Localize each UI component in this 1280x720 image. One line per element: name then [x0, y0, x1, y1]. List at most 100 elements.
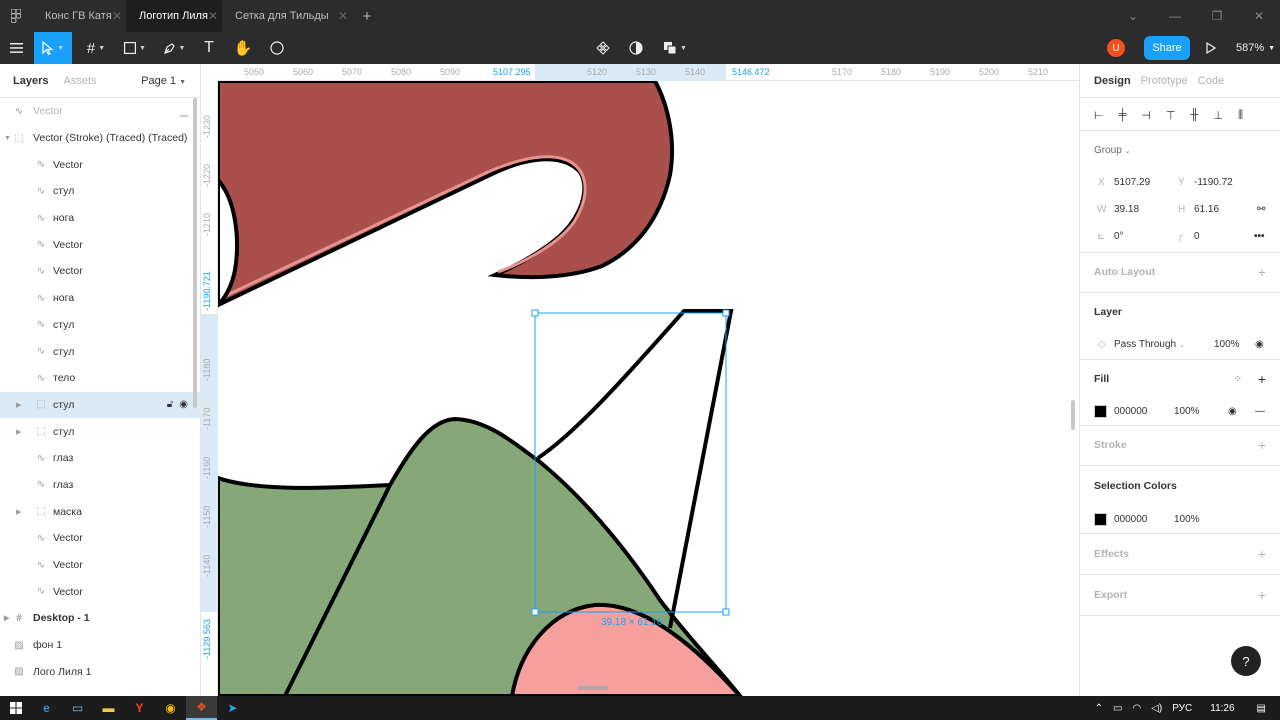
pen-tool-button[interactable]: ▼	[158, 32, 190, 64]
distribute-icon[interactable]: ⫼	[1238, 109, 1243, 122]
add-fill-icon[interactable]: +	[1258, 371, 1266, 387]
remove-fill-icon[interactable]: —	[1255, 406, 1265, 417]
help-button[interactable]: ?	[1231, 646, 1261, 676]
hand-tool-button[interactable]: ✋	[230, 32, 256, 64]
new-tab-icon[interactable]: +	[352, 0, 382, 32]
expand-arrow-icon[interactable]: ▶	[16, 401, 21, 409]
clock[interactable]: 11:26	[1210, 703, 1234, 714]
height-field[interactable]: 61.16	[1194, 204, 1219, 215]
language-indicator[interactable]: РУС	[1172, 703, 1192, 714]
layer-row[interactable]: ∿ Vector	[0, 231, 200, 258]
layer-opacity-field[interactable]: 100%	[1214, 339, 1240, 350]
layer-row[interactable]: ▼ ⬚ Vector (Stroke) (Traced) (Traced)	[0, 125, 200, 152]
edge-icon[interactable]: e	[31, 696, 62, 720]
blend-mode-dropdown[interactable]: Pass Through ⌄	[1114, 339, 1185, 350]
selection-opacity[interactable]: 100%	[1174, 514, 1200, 525]
fill-color-swatch[interactable]	[1094, 405, 1107, 418]
align-center-h-icon[interactable]: ╪	[1119, 109, 1127, 121]
component-button[interactable]	[592, 32, 614, 64]
hidden-eye-icon[interactable]: ‿	[180, 106, 188, 117]
y-field[interactable]: -1190.72	[1194, 177, 1233, 188]
tab-grid[interactable]: Сетка для Тильды ✕	[222, 0, 352, 32]
battery-icon[interactable]: ▭	[1113, 703, 1122, 714]
rotation-field[interactable]: 0°	[1114, 231, 1124, 242]
figma-menu-icon[interactable]	[0, 0, 32, 32]
layer-row[interactable]: ∿ Vector	[0, 552, 200, 579]
selection-hex[interactable]: 000000	[1114, 514, 1147, 525]
tab-assets[interactable]: Assets	[63, 75, 96, 87]
mask-button[interactable]	[625, 32, 647, 64]
layers-scrollbar[interactable]	[193, 98, 197, 408]
layer-row[interactable]: ∿ Vector	[0, 151, 200, 178]
telegram-icon[interactable]: ➤	[217, 696, 248, 720]
tab-logo[interactable]: Логотип Лиля ✕	[126, 0, 222, 32]
layer-row[interactable]: ∿ Vector	[0, 525, 200, 552]
shape-tool-button[interactable]: ▼	[119, 32, 151, 64]
corner-radius-field[interactable]: 0	[1194, 231, 1200, 242]
align-center-v-icon[interactable]: ╫	[1191, 109, 1199, 121]
align-top-icon[interactable]: ⊤	[1166, 109, 1176, 122]
page-dropdown[interactable]: Page 1 ▼	[141, 75, 186, 87]
tab-kons[interactable]: Конс ГВ Катя ✕	[32, 0, 126, 32]
layer-row[interactable]: ∿ Vector	[0, 578, 200, 605]
layer-row[interactable]: ▨ Лого Лиля 1	[0, 658, 200, 685]
canvas[interactable]: 5050 5060 5070 5080 5090 5107.295 5120 5…	[201, 64, 1079, 696]
layer-row[interactable]: ∿ Vector	[0, 258, 200, 285]
frame-tool-button[interactable]: # ▼	[80, 32, 112, 64]
align-left-icon[interactable]: ⊢	[1094, 109, 1104, 122]
close-icon[interactable]: ✕	[208, 9, 218, 23]
fill-hex-field[interactable]: 000000	[1114, 406, 1147, 417]
yandex-icon[interactable]: Y	[124, 696, 155, 720]
eye-icon[interactable]: ◉	[1228, 406, 1237, 417]
wifi-icon[interactable]: ◠	[1132, 703, 1141, 714]
close-icon[interactable]: ✕	[338, 9, 348, 23]
constrain-proportions-icon[interactable]: ⚯	[1257, 204, 1265, 215]
add-effect-icon[interactable]: +	[1258, 546, 1266, 562]
layer-row[interactable]: ∿ глаз	[0, 472, 200, 499]
volume-icon[interactable]: ◁)	[1151, 703, 1162, 714]
tab-prototype[interactable]: Prototype	[1141, 75, 1188, 87]
figma-taskbar-icon[interactable]: ❖	[186, 696, 217, 720]
layer-row[interactable]: ▶ # Desktop - 1	[0, 605, 200, 632]
tray-chevron-icon[interactable]: ⌃	[1095, 703, 1103, 714]
layer-row[interactable]: ∿ глаз	[0, 445, 200, 472]
layer-row[interactable]: ▶ ⬚ маска	[0, 498, 200, 525]
layer-row[interactable]: ∿ стул	[0, 178, 200, 205]
minimize-icon[interactable]: —	[1154, 0, 1196, 32]
style-grid-icon[interactable]: ⁘	[1234, 374, 1242, 385]
unlock-icon[interactable]: 🔓︎	[167, 399, 173, 410]
main-menu-icon[interactable]	[0, 32, 32, 64]
chrome-icon[interactable]: ◉	[155, 696, 186, 720]
layer-row[interactable]: ∿ нога	[0, 285, 200, 312]
present-button[interactable]	[1200, 32, 1222, 64]
add-export-icon[interactable]: +	[1258, 587, 1266, 603]
tab-code[interactable]: Code	[1198, 75, 1224, 87]
folder-icon[interactable]: ▬	[93, 696, 124, 720]
align-bottom-icon[interactable]: ⊥	[1213, 109, 1223, 122]
share-button[interactable]: Share	[1144, 36, 1190, 60]
selection-color-swatch[interactable]	[1094, 513, 1107, 526]
align-right-icon[interactable]: ⊣	[1141, 109, 1151, 122]
close-window-icon[interactable]: ✕	[1238, 0, 1280, 32]
layer-row[interactable]: ∿ тело	[0, 365, 200, 392]
canvas-vertical-scrollbar[interactable]	[1071, 400, 1075, 430]
chevron-down-icon[interactable]: ⌄	[1112, 0, 1154, 32]
canvas-horizontal-scrollbar[interactable]	[578, 686, 608, 690]
more-options-icon[interactable]: •••	[1254, 231, 1265, 242]
layer-row[interactable]: ∿ Vector ‿	[0, 98, 200, 125]
add-auto-layout-icon[interactable]: +	[1258, 264, 1266, 280]
boolean-button[interactable]: ▼	[660, 32, 690, 64]
layer-row[interactable]: ∿ стул	[0, 338, 200, 365]
move-tool-button[interactable]: ▼	[34, 32, 72, 64]
notifications-icon[interactable]: ▤	[1257, 703, 1266, 714]
tab-layers[interactable]: Layers	[13, 75, 48, 87]
computer-icon[interactable]: ▭	[62, 696, 93, 720]
expand-arrow-icon[interactable]: ▶	[4, 614, 9, 622]
eye-icon[interactable]: ◉	[179, 399, 188, 410]
avatar[interactable]: U	[1107, 39, 1125, 57]
width-field[interactable]: 39.18	[1114, 204, 1139, 215]
zoom-dropdown[interactable]: 587% ▼	[1236, 32, 1275, 64]
windows-start-icon[interactable]	[0, 696, 31, 720]
layer-row[interactable]: ∿ нога	[0, 205, 200, 232]
layer-row[interactable]: ▶ ⬚ стул 🔓︎ ◉	[0, 391, 200, 419]
